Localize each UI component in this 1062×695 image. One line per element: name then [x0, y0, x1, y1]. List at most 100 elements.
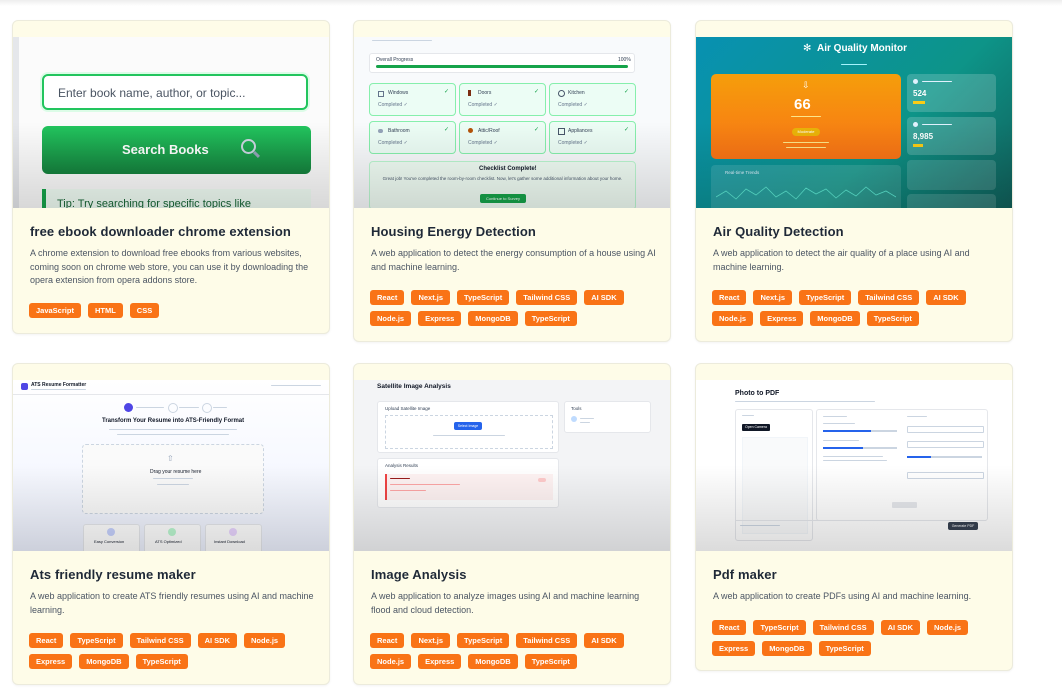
checklist-complete-panel: Checklist Complete! Great job! You've co…	[369, 161, 636, 208]
project-title: Image Analysis	[371, 567, 467, 582]
tech-tag-list: React Next.js TypeScript Tailwind CSS AI…	[370, 633, 660, 669]
tech-tag: Node.js	[370, 654, 412, 669]
kitchen-icon	[558, 90, 565, 97]
tech-tag-list: React Next.js TypeScript Tailwind CSS AI…	[370, 290, 660, 326]
project-card-housing-energy[interactable]: Overall Progress 100% Windows Completed …	[353, 20, 671, 342]
upload-icon: ⇧	[167, 454, 174, 463]
tech-tag-list: JavaScript HTML CSS	[29, 303, 319, 318]
tech-tag: TypeScript	[457, 633, 510, 648]
room-card: Attic/Roof Completed ✓ ✓	[459, 121, 546, 154]
project-title: Housing Energy Detection	[371, 224, 536, 239]
room-card: Doors Completed ✓ ✓	[459, 83, 546, 116]
tech-tag: React	[712, 620, 747, 635]
app-logo-icon	[21, 383, 28, 390]
stat-card	[907, 160, 996, 190]
feature-card: ATS Optimized	[144, 524, 201, 551]
tech-tag: Node.js	[370, 311, 412, 326]
tech-tag: TypeScript	[818, 641, 871, 656]
tech-tag: TypeScript	[457, 290, 510, 305]
tech-tag: Express	[29, 654, 73, 669]
project-preview-image: Enter book name, author, or topic... Sea…	[13, 37, 329, 208]
tech-tag: React	[712, 290, 747, 305]
upload-panel: Upload Satellite Image Select Image	[377, 401, 559, 453]
tech-tag: React	[29, 633, 64, 648]
tech-tag: MongoDB	[810, 311, 860, 326]
page-top-divider	[0, 0, 1062, 6]
project-preview-image: Satellite Image Analysis Upload Satellit…	[354, 380, 670, 551]
project-preview-image: ATS Resume Formatter Transform Your Resu…	[13, 380, 329, 551]
continue-survey-button: Continue to Survey	[480, 194, 526, 203]
tech-tag: React	[370, 633, 405, 648]
bathroom-icon	[378, 129, 383, 133]
tech-tag: Node.js	[712, 311, 754, 326]
tech-tag: TypeScript	[524, 654, 577, 669]
tech-tag: MongoDB	[79, 654, 129, 669]
progress-bar	[376, 65, 628, 68]
check-icon: ✓	[623, 127, 629, 133]
attic-icon	[468, 128, 473, 133]
project-title: Air Quality Detection	[713, 224, 844, 239]
project-card-ebook-downloader[interactable]: Enter book name, author, or topic... Sea…	[12, 20, 330, 334]
results-panel: Analysis Results	[377, 458, 559, 508]
upload-dropzone: ⇧ Drag your resume here	[82, 444, 264, 514]
project-description: A web application to create ATS friendly…	[30, 591, 314, 615]
project-card-pdf-maker[interactable]: Photo to PDF Open Camera Generate PDF Pd…	[695, 363, 1013, 671]
project-preview-image: Photo to PDF Open Camera Generate PDF	[696, 380, 1012, 551]
tech-tag: MongoDB	[468, 311, 518, 326]
tech-tag: CSS	[129, 303, 160, 318]
project-title: free ebook downloader chrome extension	[30, 224, 291, 239]
aqi-panel: ⇩ 66 Moderate	[711, 74, 901, 159]
generate-pdf-button: Generate PDF	[948, 522, 978, 530]
tech-tag: Express	[760, 311, 804, 326]
room-card: Bathroom Completed ✓ ✓	[369, 121, 456, 154]
trend-panel: Real-time Trends	[711, 165, 901, 208]
trend-line	[716, 186, 896, 200]
project-title: Pdf maker	[713, 567, 777, 582]
tech-tag-list: React TypeScript Tailwind CSS AI SDK Nod…	[712, 620, 1002, 656]
select-image-button: Select Image	[454, 422, 482, 430]
project-title: Ats friendly resume maker	[30, 567, 196, 582]
check-icon: ✓	[443, 89, 449, 95]
project-card-air-quality[interactable]: ✻ Air Quality Monitor ⇩ 66 Moderate 524 …	[695, 20, 1013, 342]
feature-card: Easy Conversion	[83, 524, 140, 551]
project-description: A web application to detect the air qual…	[713, 248, 970, 272]
check-icon: ✓	[533, 89, 539, 95]
tech-tag: Next.js	[753, 290, 793, 305]
tech-tag: HTML	[87, 303, 123, 318]
aqi-status-badge: Moderate	[792, 128, 820, 136]
tech-tag: TypeScript	[866, 311, 919, 326]
tech-tag: TypeScript	[753, 620, 806, 635]
stat-card: 524	[907, 74, 996, 112]
check-icon: ✓	[623, 89, 629, 95]
room-card: Windows Completed ✓ ✓	[369, 83, 456, 116]
open-camera-button: Open Camera	[742, 424, 770, 431]
room-card: Appliances Completed ✓ ✓	[549, 121, 636, 154]
tech-tag: Express	[418, 311, 462, 326]
tech-tag: AI SDK	[880, 620, 921, 635]
feature-card: Instant Download	[205, 524, 262, 551]
tech-tag: Express	[712, 641, 756, 656]
stat-card: 8,985	[907, 117, 996, 155]
tech-tag: Node.js	[244, 633, 286, 648]
slider-fill	[823, 447, 863, 449]
tech-tag: TypeScript	[799, 290, 852, 305]
tech-tag: Next.js	[411, 290, 451, 305]
tech-tag: Tailwind CSS	[516, 290, 578, 305]
tech-tag: Tailwind CSS	[129, 633, 191, 648]
tools-panel: Tools	[564, 401, 651, 433]
tech-tag: Tailwind CSS	[812, 620, 874, 635]
tech-tag: TypeScript	[70, 633, 123, 648]
wind-icon: ✻	[803, 43, 812, 54]
project-description: A chrome extension to download free eboo…	[30, 248, 309, 285]
tech-tag: MongoDB	[468, 654, 518, 669]
tech-tag: TypeScript	[524, 311, 577, 326]
tech-tag: Tailwind CSS	[858, 290, 920, 305]
tech-tag: MongoDB	[762, 641, 812, 656]
project-card-ats-resume[interactable]: ATS Resume Formatter Transform Your Resu…	[12, 363, 330, 685]
tech-tag: AI SDK	[926, 290, 966, 305]
search-books-button: Search Books	[42, 126, 311, 174]
project-card-image-analysis[interactable]: Satellite Image Analysis Upload Satellit…	[353, 363, 671, 685]
tech-tag: AI SDK	[584, 633, 624, 648]
settings-panel	[816, 409, 988, 521]
project-preview-image: Overall Progress 100% Windows Completed …	[354, 37, 670, 208]
